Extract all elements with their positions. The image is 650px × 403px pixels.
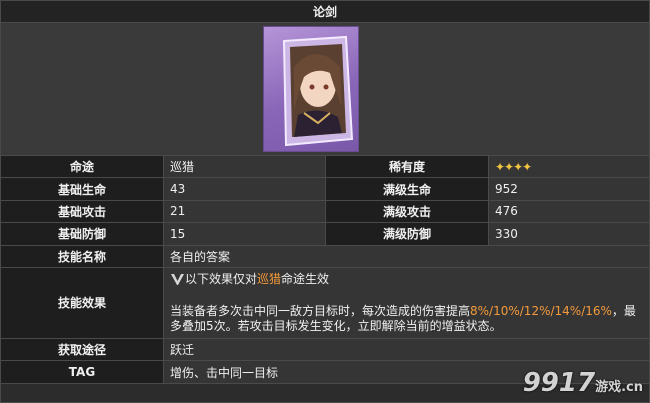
base-atk-label: 基础攻击 bbox=[1, 200, 164, 223]
page-title: 论剑 bbox=[1, 1, 649, 23]
table-row: 获取途径 跃迁 bbox=[1, 338, 649, 362]
skill-effect-label: 技能效果 bbox=[1, 267, 164, 338]
table-row: TAG 增伤、击中同一目标 bbox=[1, 361, 649, 384]
lightcone-card-image bbox=[263, 26, 359, 152]
base-hp-value: 43 bbox=[164, 178, 326, 200]
obtain-value: 跃迁 bbox=[164, 338, 649, 361]
rarity-value: ✦✦✦✦ bbox=[489, 156, 649, 178]
image-area bbox=[1, 23, 649, 156]
max-atk-label: 满级攻击 bbox=[326, 200, 489, 223]
character-portrait-icon bbox=[282, 35, 354, 147]
effect-condition-suffix: 命途生效 bbox=[281, 272, 330, 287]
effect-condition-prefix: 以下效果仅对 bbox=[185, 272, 258, 287]
max-atk-value: 476 bbox=[489, 200, 649, 223]
table-row: 技能效果 以下效果仅对 巡猎 命途生效 当装备者多次击中同一敌方目标时，每次造成的伤… bbox=[1, 267, 649, 339]
skill-name-value: 各自的答案 bbox=[164, 245, 649, 267]
base-def-label: 基础防御 bbox=[1, 223, 164, 245]
table-row: 基础防御 15 满级防御 330 bbox=[1, 223, 649, 246]
obtain-label: 获取途径 bbox=[1, 338, 164, 361]
effect-path-highlight: 巡猎 bbox=[257, 272, 282, 287]
max-hp-value: 952 bbox=[489, 178, 649, 200]
path-value: 巡猎 bbox=[164, 156, 326, 178]
effect-desc-prefix: 当装备者多次击中同一敌方目标时，每次造成的伤害提高 bbox=[170, 303, 471, 318]
tag-value: 增伤、击中同一目标 bbox=[164, 361, 649, 383]
base-atk-value: 21 bbox=[164, 200, 326, 223]
max-def-value: 330 bbox=[489, 223, 649, 245]
tag-label: TAG bbox=[1, 361, 164, 383]
rarity-label: 稀有度 bbox=[326, 156, 489, 178]
hunt-path-icon bbox=[171, 274, 184, 286]
lightcone-info-table: 论剑 命途 巡猎 稀有度 ✦✦✦✦ 基础生命 43 满级生命 952 基础攻击 … bbox=[0, 0, 650, 403]
skill-name-label: 技能名称 bbox=[1, 245, 164, 267]
effect-value-highlight: 8%/10%/12%/14%/16% bbox=[470, 303, 612, 318]
rarity-stars-icon: ✦✦✦✦ bbox=[495, 159, 532, 174]
max-hp-label: 满级生命 bbox=[326, 178, 489, 200]
base-def-value: 15 bbox=[164, 223, 326, 245]
table-row: 技能名称 各自的答案 bbox=[1, 245, 649, 268]
table-row: 基础生命 43 满级生命 952 bbox=[1, 178, 649, 201]
path-label: 命途 bbox=[1, 156, 164, 178]
table-row: 命途 巡猎 稀有度 ✦✦✦✦ bbox=[1, 156, 649, 179]
max-def-label: 满级防御 bbox=[326, 223, 489, 245]
skill-effect-value: 以下效果仅对 巡猎 命途生效 当装备者多次击中同一敌方目标时，每次造成的伤害提高8%… bbox=[164, 267, 649, 338]
table-row: 基础攻击 21 满级攻击 476 bbox=[1, 200, 649, 224]
base-hp-label: 基础生命 bbox=[1, 178, 164, 200]
